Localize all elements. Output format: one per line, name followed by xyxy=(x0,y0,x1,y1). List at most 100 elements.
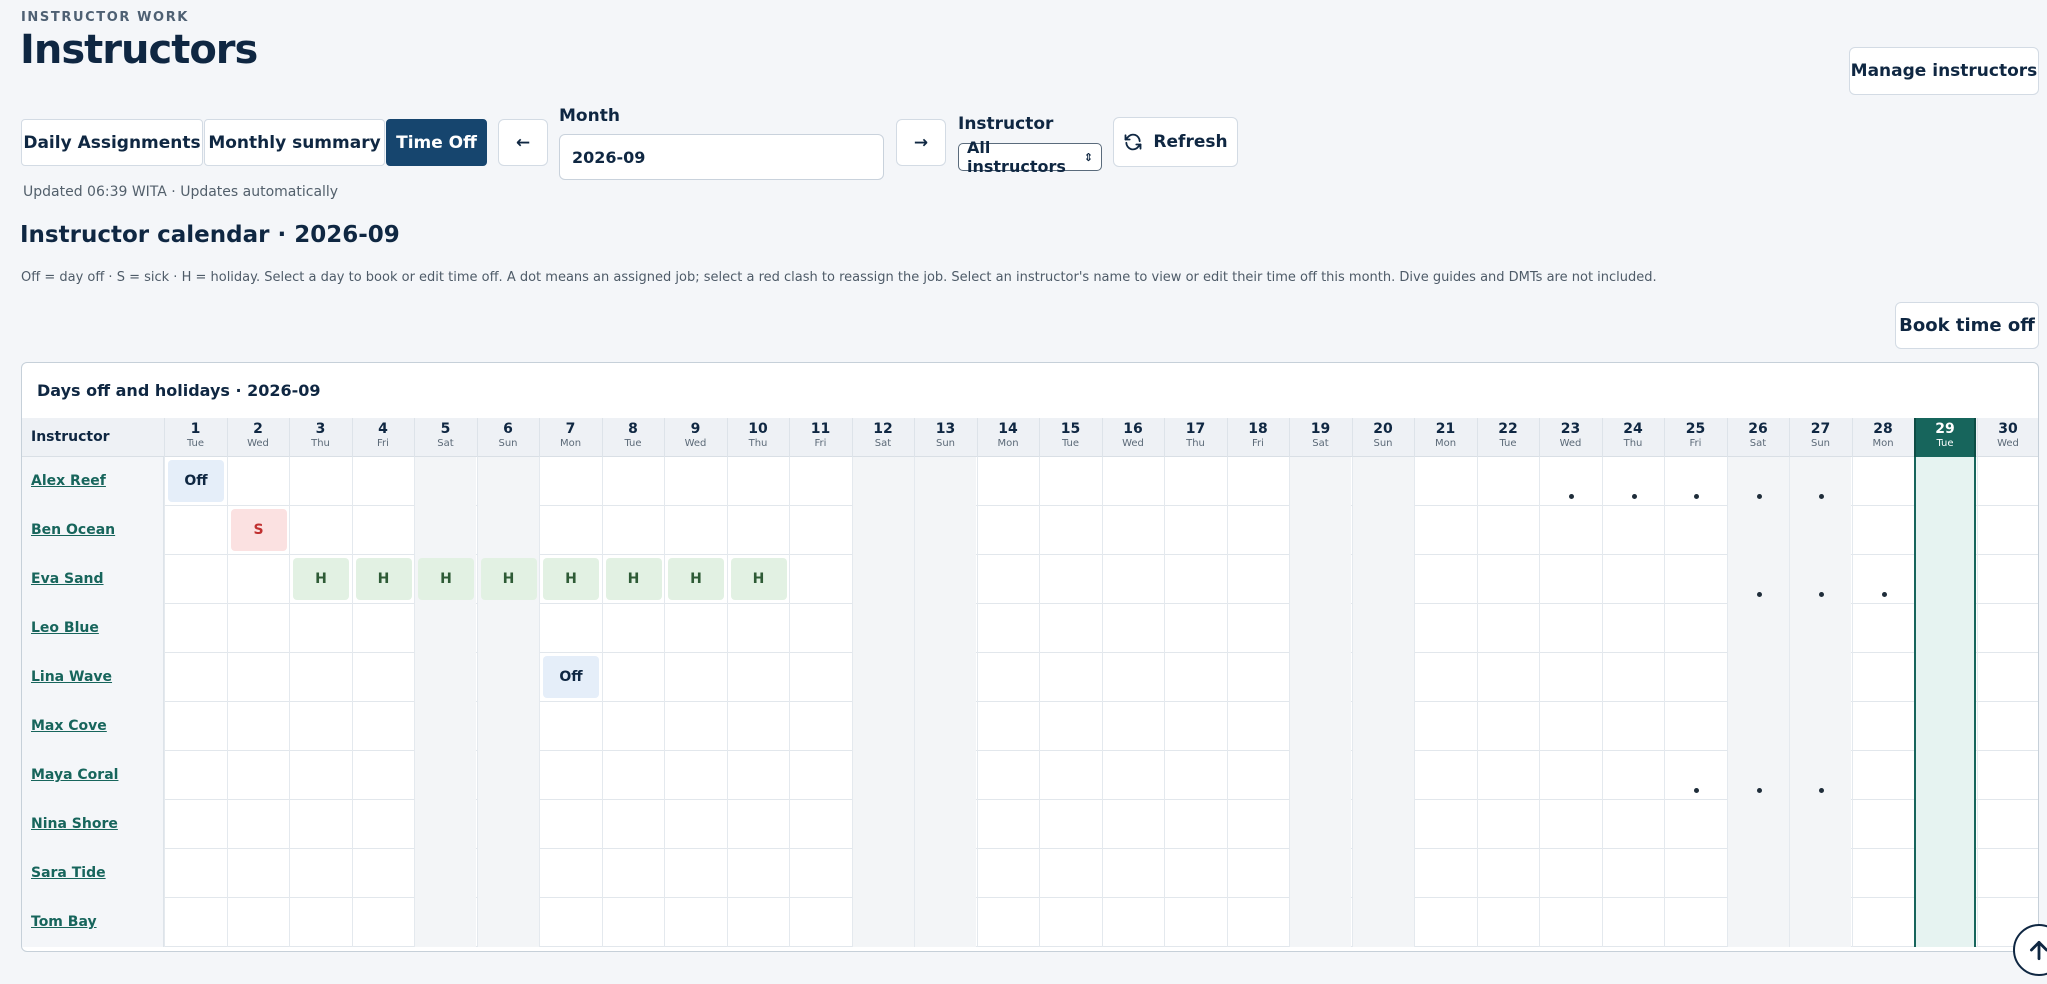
day-cell[interactable] xyxy=(789,604,851,653)
day-cell[interactable] xyxy=(1164,457,1226,506)
assigned-job-dot[interactable] xyxy=(1631,494,1637,499)
day-cell[interactable] xyxy=(539,457,601,506)
day-cell[interactable] xyxy=(1226,751,1289,800)
day-cell[interactable] xyxy=(1414,555,1476,604)
day-cell[interactable] xyxy=(1539,702,1601,751)
day-cell[interactable] xyxy=(851,506,914,555)
day-cell[interactable] xyxy=(1289,702,1351,751)
day-cell[interactable] xyxy=(289,457,351,506)
day-cell[interactable] xyxy=(1976,506,2039,555)
assigned-job-dot[interactable] xyxy=(1819,592,1824,597)
day-cell[interactable] xyxy=(1726,898,1789,947)
day-cell[interactable] xyxy=(1039,506,1101,555)
day-cell[interactable] xyxy=(1976,653,2039,702)
day-cell[interactable] xyxy=(1976,555,2039,604)
day-cell[interactable] xyxy=(976,653,1039,702)
assigned-job-dot[interactable] xyxy=(1756,592,1762,597)
day-cell[interactable] xyxy=(1476,555,1539,604)
day-cell[interactable] xyxy=(351,898,414,947)
day-cell[interactable] xyxy=(976,751,1039,800)
day-cell[interactable] xyxy=(1414,898,1476,947)
day-cell[interactable] xyxy=(1289,653,1351,702)
day-cell[interactable] xyxy=(1726,800,1789,849)
day-cell[interactable] xyxy=(1476,898,1539,947)
day-cell[interactable] xyxy=(1601,506,1664,555)
day-cell[interactable] xyxy=(164,702,226,751)
day-cell[interactable] xyxy=(1351,849,1414,898)
day-cell[interactable] xyxy=(789,457,851,506)
day-cell[interactable] xyxy=(1851,898,1914,947)
tab-time-off[interactable]: Time Off xyxy=(386,119,487,166)
day-cell[interactable] xyxy=(1101,849,1164,898)
day-cell[interactable] xyxy=(1164,898,1226,947)
day-cell[interactable] xyxy=(1414,457,1476,506)
day-cell[interactable] xyxy=(976,849,1039,898)
day-cell[interactable] xyxy=(664,751,726,800)
day-cell[interactable] xyxy=(1039,800,1101,849)
day-cell[interactable] xyxy=(1351,457,1414,506)
day-cell[interactable] xyxy=(1289,457,1351,506)
day-cell[interactable] xyxy=(351,653,414,702)
instructor-select[interactable]: All instructors ⇕ xyxy=(958,138,1102,176)
day-cell[interactable] xyxy=(351,604,414,653)
day-cell[interactable] xyxy=(1164,555,1226,604)
day-cell[interactable] xyxy=(1226,898,1289,947)
day-cell[interactable] xyxy=(1039,751,1101,800)
day-cell[interactable] xyxy=(914,751,976,800)
day-cell[interactable] xyxy=(476,751,539,800)
day-cell[interactable] xyxy=(414,604,476,653)
day-cell[interactable] xyxy=(914,506,976,555)
day-cell[interactable] xyxy=(1289,555,1351,604)
day-cell[interactable] xyxy=(351,457,414,506)
day-cell[interactable] xyxy=(851,457,914,506)
day-cell[interactable] xyxy=(1476,751,1539,800)
day-cell[interactable] xyxy=(1664,751,1726,800)
day-cell[interactable] xyxy=(914,898,976,947)
day-cell[interactable] xyxy=(1851,849,1914,898)
day-cell[interactable] xyxy=(289,898,351,947)
day-cell[interactable] xyxy=(1601,702,1664,751)
day-cell[interactable] xyxy=(1976,751,2039,800)
day-cell[interactable] xyxy=(1976,457,2039,506)
day-cell[interactable] xyxy=(476,457,539,506)
day-cell[interactable] xyxy=(851,898,914,947)
day-cell[interactable] xyxy=(1101,604,1164,653)
day-cell[interactable] xyxy=(289,702,351,751)
day-cell[interactable] xyxy=(601,849,664,898)
day-cell[interactable] xyxy=(1851,800,1914,849)
day-cell[interactable] xyxy=(1851,555,1914,604)
day-cell[interactable] xyxy=(726,849,789,898)
day-cell[interactable] xyxy=(664,506,726,555)
day-cell[interactable] xyxy=(351,751,414,800)
day-cell[interactable] xyxy=(1101,457,1164,506)
day-cell[interactable] xyxy=(851,849,914,898)
day-cell[interactable] xyxy=(1664,702,1726,751)
day-cell[interactable] xyxy=(1351,653,1414,702)
day-cell[interactable] xyxy=(1914,751,1976,800)
day-cell[interactable] xyxy=(1539,506,1601,555)
day-cell[interactable] xyxy=(1914,849,1976,898)
day-cell[interactable] xyxy=(226,751,289,800)
day-cell[interactable] xyxy=(1226,457,1289,506)
day-cell[interactable] xyxy=(1226,702,1289,751)
assigned-job-dot[interactable] xyxy=(1819,494,1824,499)
day-cell[interactable] xyxy=(1101,653,1164,702)
day-cell[interactable] xyxy=(1351,604,1414,653)
day-cell[interactable] xyxy=(1039,849,1101,898)
day-cell[interactable] xyxy=(1476,849,1539,898)
day-cell[interactable] xyxy=(1164,506,1226,555)
day-cell[interactable] xyxy=(1914,702,1976,751)
day-cell[interactable] xyxy=(914,604,976,653)
day-cell[interactable] xyxy=(164,604,226,653)
day-cell[interactable] xyxy=(1164,849,1226,898)
day-cell[interactable] xyxy=(1039,555,1101,604)
day-cell[interactable] xyxy=(789,898,851,947)
manage-instructors-button[interactable]: Manage instructors xyxy=(1849,47,2039,95)
day-cell[interactable] xyxy=(601,506,664,555)
next-month-button[interactable]: → xyxy=(896,119,946,166)
day-cell[interactable] xyxy=(664,653,726,702)
day-cell[interactable] xyxy=(1914,653,1976,702)
day-cell[interactable] xyxy=(414,751,476,800)
day-cell[interactable] xyxy=(851,653,914,702)
day-cell[interactable] xyxy=(1101,800,1164,849)
